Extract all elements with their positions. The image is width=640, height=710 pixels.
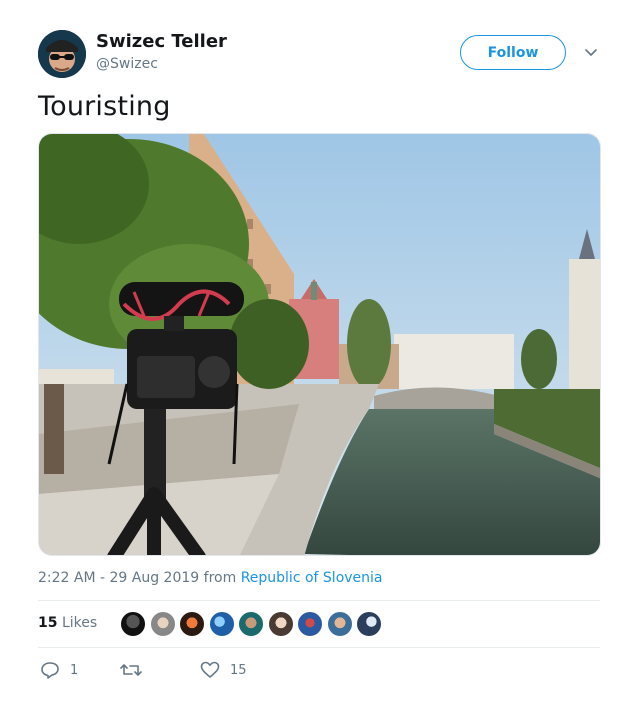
follow-button[interactable]: Follow — [460, 35, 566, 70]
from-label: from — [203, 570, 237, 586]
retweet-icon — [120, 664, 142, 676]
chevron-down-icon[interactable] — [582, 43, 600, 61]
tweet-time[interactable]: 2:22 AM - 29 Aug 2019 — [38, 570, 199, 586]
tweet-timestamp: 2:22 AM - 29 Aug 2019 from Republic of S… — [38, 570, 383, 586]
liker-avatar[interactable] — [179, 611, 205, 637]
liker-avatar[interactable] — [149, 611, 176, 637]
divider — [38, 647, 600, 648]
liker-avatar[interactable] — [297, 611, 323, 637]
like-action[interactable]: 15 — [200, 660, 247, 680]
heart-icon — [200, 661, 220, 678]
reply-icon — [41, 662, 59, 679]
likes-summary[interactable]: 15 Likes — [38, 615, 97, 631]
liker-avatar[interactable] — [326, 611, 353, 637]
retweet-action[interactable] — [120, 660, 152, 680]
likes-count: 15 — [38, 615, 58, 631]
liker-avatar[interactable] — [208, 611, 235, 637]
tweet-text: Touristing — [38, 91, 171, 122]
divider — [38, 600, 600, 601]
reply-count: 1 — [70, 662, 79, 678]
tweet-location[interactable]: Republic of Slovenia — [241, 570, 383, 586]
like-count: 15 — [230, 662, 247, 678]
tweet-card: Swizec Teller @Swizec Follow Touristing — [0, 0, 640, 710]
liker-avatar[interactable] — [267, 611, 294, 637]
avatar[interactable] — [38, 30, 86, 78]
liker-avatar[interactable] — [238, 611, 264, 637]
likes-label: Likes — [61, 615, 98, 631]
reply-action[interactable]: 1 — [40, 660, 78, 680]
liker-avatar[interactable] — [356, 611, 382, 637]
display-name[interactable]: Swizec Teller — [96, 31, 227, 52]
tweet-photo[interactable] — [38, 133, 601, 556]
liker-avatar[interactable] — [120, 611, 146, 637]
likers-list — [120, 611, 386, 637]
user-handle[interactable]: @Swizec — [96, 56, 158, 72]
